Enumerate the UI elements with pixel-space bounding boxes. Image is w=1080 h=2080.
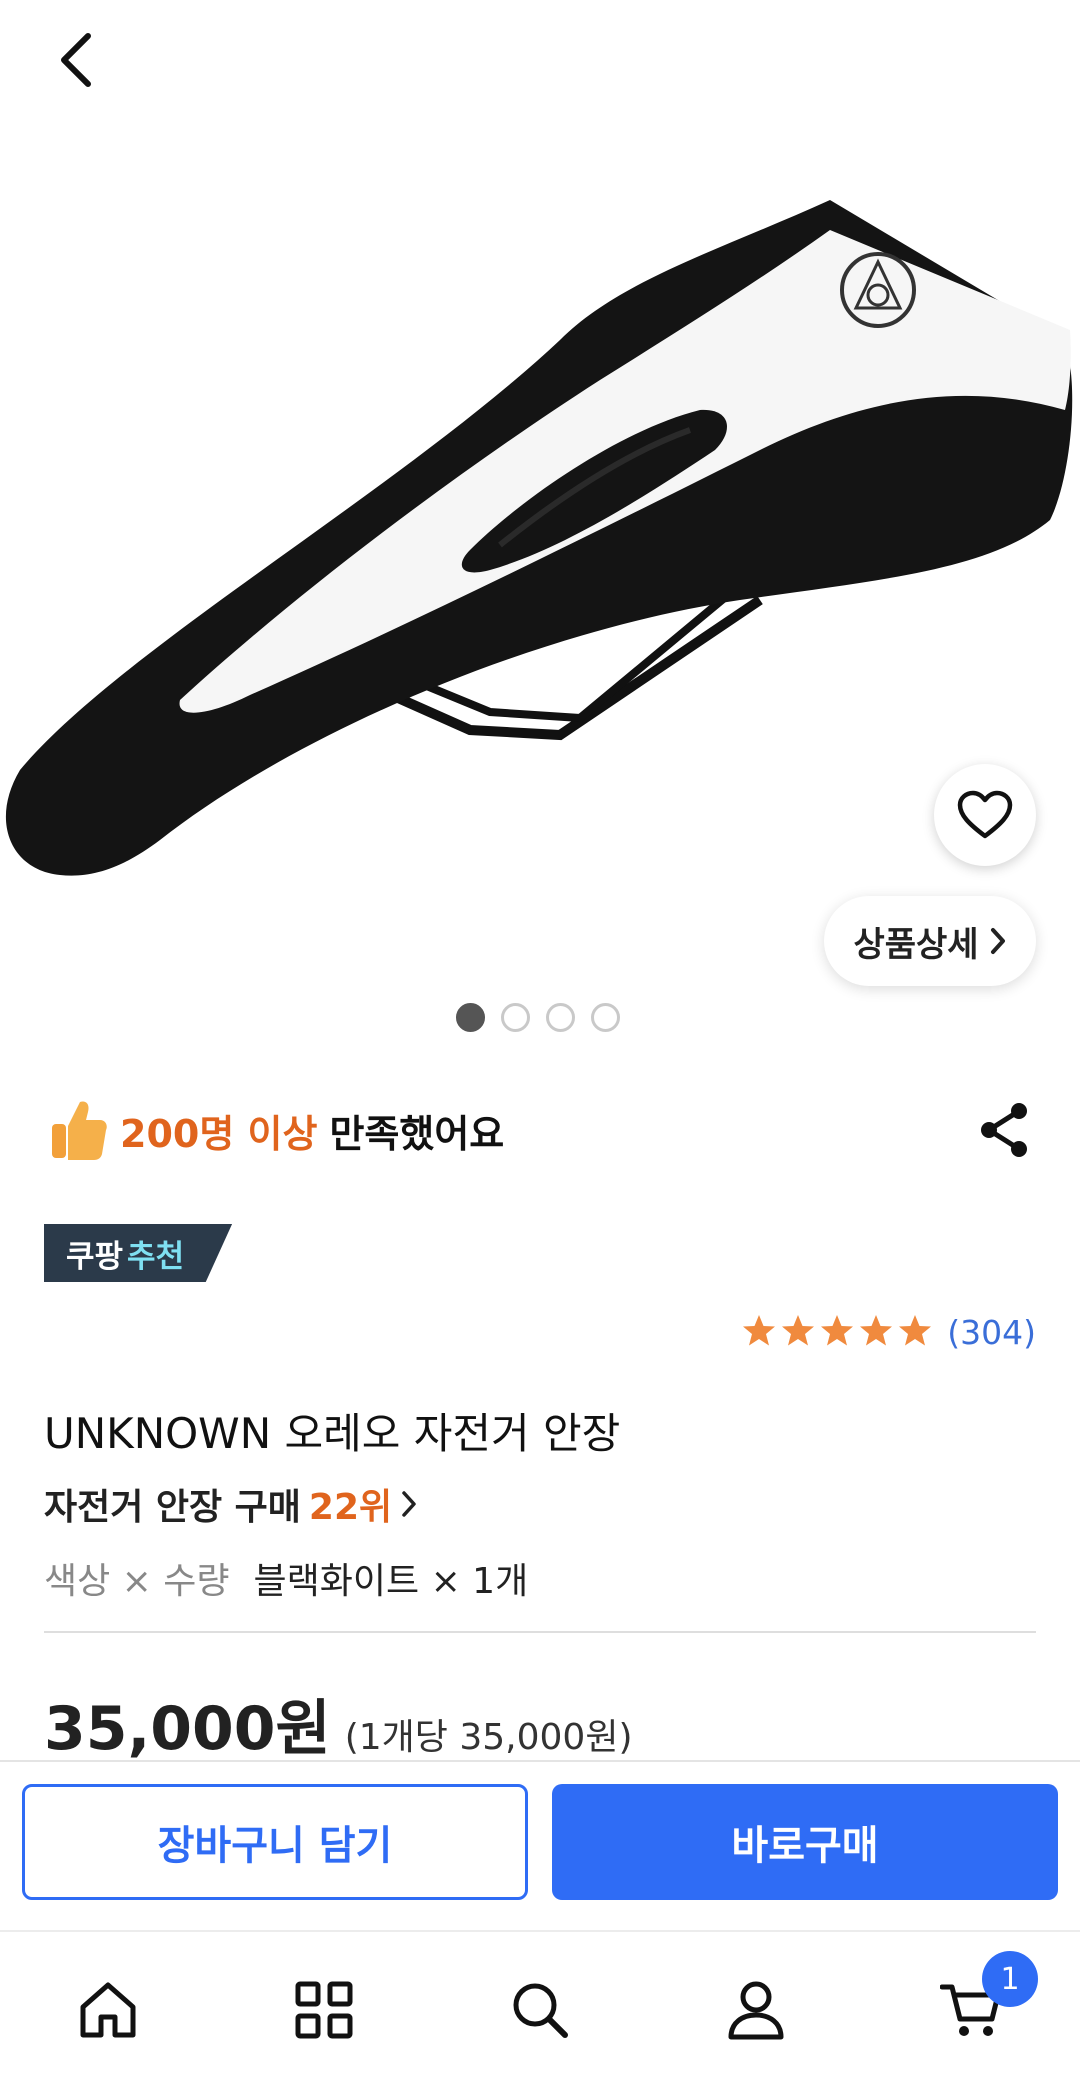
bicycle-saddle-image (5, 200, 1073, 876)
bottom-tab-bar: 1 (0, 1930, 1080, 2080)
carousel-dot-1[interactable] (456, 1003, 485, 1032)
chevron-right-icon (402, 1491, 416, 1517)
search-icon (513, 1983, 568, 2038)
star-icon (899, 1315, 932, 1346)
carousel-dot-3[interactable] (546, 1003, 575, 1032)
price-per-unit: (1개당 35,000원) (344, 1717, 633, 1758)
rank-value: 22위 (308, 1487, 393, 1528)
favorite-button[interactable] (934, 764, 1036, 866)
badge-label-1: 쿠팡 (66, 1238, 124, 1275)
tab-home[interactable] (68, 1970, 148, 2050)
thumbs-up-icon (52, 1101, 107, 1160)
review-count[interactable]: (304) (947, 1313, 1036, 1352)
heart-icon (957, 790, 1013, 839)
user-icon (728, 1981, 784, 2040)
carousel-dot-2[interactable] (501, 1003, 530, 1032)
star-icon (821, 1315, 854, 1346)
add-to-cart-button[interactable]: 장바구니 담기 (22, 1784, 528, 1900)
badge-label-2: 추천 (127, 1238, 185, 1275)
chevron-right-icon (990, 928, 1005, 954)
star-icon (743, 1315, 776, 1346)
star-icon (782, 1315, 815, 1346)
tab-my-account[interactable] (716, 1970, 796, 2050)
category-grid-icon (295, 1981, 353, 2039)
carousel-indicator (456, 1003, 620, 1032)
share-button[interactable] (972, 1098, 1036, 1162)
satisfaction-text: 만족했어요 (329, 1111, 505, 1156)
rating[interactable]: (304) (741, 1308, 1036, 1356)
tab-category[interactable] (284, 1970, 364, 2050)
product-detail-button[interactable]: 상품상세 (824, 896, 1036, 986)
share-icon (981, 1103, 1027, 1157)
rating-stars (743, 1315, 932, 1346)
divider (44, 1631, 1036, 1633)
product-image-carousel[interactable] (0, 0, 1080, 1000)
home-icon (80, 1982, 136, 2038)
satisfaction-banner: 200명 이상 만족했어요 (48, 1092, 504, 1168)
satisfaction-count: 200명 이상 (120, 1111, 318, 1156)
rank-prefix: 자전거 안장 구매 (44, 1487, 301, 1528)
price-block: 35,000원 (1개당 35,000원) (44, 1680, 633, 1767)
option-value: 블랙화이트 × 1개 (253, 1561, 529, 1602)
product-title: UNKNOWN 오레오 자전거 안장 (44, 1409, 621, 1458)
carousel-dot-4[interactable] (591, 1003, 620, 1032)
back-button[interactable] (40, 24, 112, 96)
option-summary: 색상 × 수량 블랙화이트 × 1개 (44, 1552, 528, 1604)
coupang-recommend-badge: 쿠팡 추천 (44, 1224, 233, 1282)
buy-now-button[interactable]: 바로구매 (552, 1784, 1058, 1900)
price-main: 35,000원 (44, 1694, 331, 1764)
chevron-left-icon (61, 33, 91, 87)
tab-search[interactable] (500, 1970, 580, 2050)
option-label: 색상 × 수량 (44, 1561, 230, 1602)
cart-count-badge: 1 (982, 1951, 1038, 2007)
star-icon (860, 1315, 893, 1346)
category-rank-link[interactable]: 자전거 안장 구매 22위 (44, 1478, 418, 1530)
purchase-action-bar: 장바구니 담기 바로구매 (0, 1760, 1080, 1928)
product-detail-label: 상품상세 (853, 924, 979, 965)
